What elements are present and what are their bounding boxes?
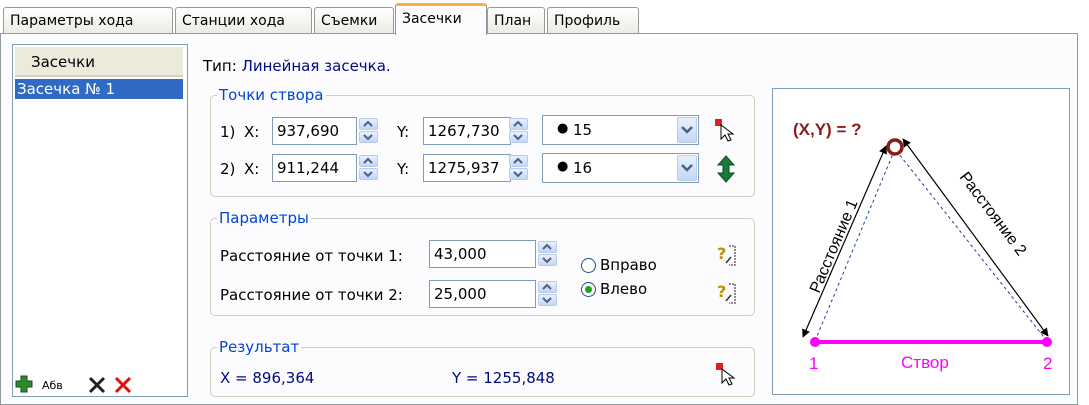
tab-surveys[interactable]: Съемки bbox=[314, 7, 394, 33]
swap-arrows-icon bbox=[716, 155, 736, 183]
svg-text:?: ? bbox=[717, 282, 726, 301]
pick-point-icon bbox=[715, 119, 735, 142]
right-distance-arrow bbox=[902, 138, 1049, 337]
diagram-panel: (X,Y) = ? Расстояние 1 Расстояние 2 Ство… bbox=[772, 88, 1070, 395]
add-button[interactable] bbox=[14, 374, 38, 398]
swap-points-button[interactable] bbox=[715, 155, 737, 183]
rename-button[interactable]: Абв bbox=[42, 374, 76, 398]
row2-y-spinner[interactable] bbox=[508, 154, 530, 182]
x-black-icon bbox=[88, 376, 106, 394]
type-line: Тип: Линейная засечка. bbox=[203, 56, 391, 76]
chevron-down-icon[interactable] bbox=[677, 117, 697, 143]
linear-intersection-diagram: (X,Y) = ? Расстояние 1 Расстояние 2 Ство… bbox=[793, 120, 1052, 373]
dist2-spinner[interactable] bbox=[537, 280, 559, 308]
pick-point-icon bbox=[716, 363, 736, 386]
row2-x-label: X: bbox=[244, 160, 260, 178]
bullet-icon: ● bbox=[557, 159, 569, 174]
question-icon: ? bbox=[717, 244, 736, 266]
pick-point-button[interactable] bbox=[713, 117, 737, 143]
type-label: Тип: bbox=[203, 57, 237, 75]
row1-x-label: X: bbox=[244, 123, 260, 141]
row2-x-input[interactable]: 911,244 bbox=[272, 154, 357, 182]
delete-button[interactable] bbox=[86, 374, 108, 398]
point-1-marker bbox=[810, 337, 820, 347]
row2-y-label: Y: bbox=[397, 160, 410, 178]
row2-y-input[interactable]: 1275,937 bbox=[423, 154, 511, 182]
x-red-icon bbox=[114, 376, 132, 394]
row1-num: 1) bbox=[220, 123, 236, 141]
chevron-down-icon[interactable] bbox=[677, 155, 697, 181]
dist2-label: Расстояние от точки 2: bbox=[220, 286, 403, 304]
points-group-title: Точки створа bbox=[217, 86, 326, 104]
row1-y-spinner[interactable] bbox=[508, 117, 530, 145]
point-2-marker bbox=[1042, 337, 1052, 347]
tab-profile[interactable]: Профиль bbox=[547, 7, 639, 33]
base-label: Створ bbox=[901, 353, 949, 372]
row2-x-spinner[interactable] bbox=[358, 154, 380, 182]
row1-y-input[interactable]: 1267,730 bbox=[423, 117, 511, 145]
tab-plan[interactable]: План bbox=[487, 7, 545, 33]
list-item[interactable]: Засечка № 1 bbox=[15, 79, 183, 99]
help-dist1-button[interactable]: ? bbox=[716, 243, 738, 269]
radio-right-label[interactable]: Вправо bbox=[600, 255, 657, 275]
row1-x-spinner[interactable] bbox=[358, 117, 380, 145]
tab-route-params[interactable]: Параметры хода bbox=[3, 7, 173, 33]
radio-left-label[interactable]: Влево bbox=[600, 279, 647, 299]
unknown-point-label: (X,Y) = ? bbox=[793, 120, 861, 139]
plus-icon bbox=[15, 375, 33, 393]
tab-intersections[interactable]: Засечки bbox=[395, 3, 487, 35]
list-header[interactable]: Засечки bbox=[15, 47, 183, 77]
row2-station-value: 16 bbox=[573, 159, 593, 177]
row2-station-select[interactable]: ● 16 bbox=[542, 153, 699, 183]
radio-right[interactable] bbox=[581, 258, 596, 273]
row1-station-select[interactable]: ● 15 bbox=[542, 115, 699, 145]
radio-left[interactable] bbox=[581, 282, 596, 297]
bullet-icon: ● bbox=[557, 121, 569, 136]
delete-all-button[interactable] bbox=[112, 374, 134, 398]
dist1-label: Расстояние от точки 1: bbox=[220, 247, 403, 265]
point-1-label: 1 bbox=[809, 354, 818, 373]
dist1-spinner[interactable] bbox=[537, 240, 559, 268]
row2-num: 2) bbox=[220, 160, 236, 178]
dist1-input[interactable]: 43,000 bbox=[429, 240, 536, 268]
result-group-title: Результат bbox=[217, 338, 302, 356]
row1-y-label: Y: bbox=[397, 123, 410, 141]
point-2-label: 2 bbox=[1043, 354, 1052, 373]
right-side-label: Расстояние 2 bbox=[956, 169, 1030, 259]
type-value: Линейная засечка. bbox=[241, 57, 391, 75]
svg-text:?: ? bbox=[717, 244, 726, 263]
row1-x-input[interactable]: 937,690 bbox=[272, 117, 357, 145]
unknown-point-marker bbox=[886, 138, 904, 156]
result-x: X = 896,364 bbox=[220, 369, 315, 387]
left-side-label: Расстояние 1 bbox=[807, 197, 862, 296]
tab-route-stations[interactable]: Станции хода bbox=[175, 7, 312, 33]
row1-station-value: 15 bbox=[573, 121, 593, 139]
tab-bar: Параметры хода Станции хода Съемки Засеч… bbox=[0, 0, 1089, 36]
params-group-title: Параметры bbox=[217, 209, 311, 227]
show-result-button[interactable] bbox=[714, 361, 738, 387]
result-y: Y = 1255,848 bbox=[452, 369, 555, 387]
dist2-input[interactable]: 25,000 bbox=[429, 280, 536, 308]
intersections-list[interactable]: Засечки Засечка № 1 bbox=[12, 44, 188, 397]
question-icon: ? bbox=[717, 282, 736, 304]
help-dist2-button[interactable]: ? bbox=[716, 281, 738, 307]
